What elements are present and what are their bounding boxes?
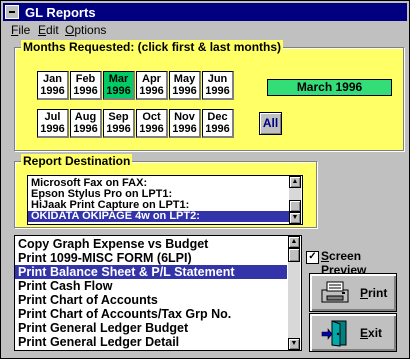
printer-icon (321, 281, 349, 303)
month-button-feb[interactable]: Feb 1996 (70, 71, 102, 100)
exit-button[interactable]: Exit (309, 313, 397, 352)
month-button-aug[interactable]: Aug 1996 (70, 109, 102, 138)
month-name: Mar (108, 73, 129, 85)
system-menu-icon[interactable] (5, 5, 19, 19)
month-name: Jun (207, 73, 228, 85)
month-year: 1996 (172, 123, 197, 135)
selected-range-display: March 1996 (267, 79, 392, 96)
exit-door-icon (321, 320, 347, 347)
month-year: 1996 (73, 123, 98, 135)
scroll-up-arrow-icon[interactable]: ▲ (289, 176, 301, 188)
month-name: Jan (43, 73, 62, 85)
print-button[interactable]: Print (309, 273, 397, 312)
destination-scrollbar[interactable]: ▲ ▼ (289, 176, 301, 224)
month-button-apr[interactable]: Apr 1996 (136, 71, 168, 100)
reports-scrollbar[interactable]: ▲ ▼ (288, 236, 300, 350)
scroll-down-arrow-icon[interactable]: ▼ (289, 212, 301, 224)
report-item[interactable]: Print Balance Sheet & P/L Statement (15, 265, 287, 279)
month-button-mar[interactable]: Mar 1996 (103, 71, 135, 100)
month-name: Sep (108, 111, 129, 123)
destination-group-title: Report Destination (21, 154, 133, 168)
month-button-jun[interactable]: Jun 1996 (202, 71, 234, 100)
month-year: 1996 (106, 85, 131, 97)
month-name: Aug (74, 111, 97, 123)
print-button-label: Print (360, 286, 388, 300)
month-year: 1996 (40, 123, 65, 135)
month-name: Feb (75, 73, 96, 85)
month-name: Oct (142, 111, 161, 123)
month-name: Dec (207, 111, 228, 123)
month-name: May (173, 73, 196, 85)
month-year: 1996 (106, 123, 131, 135)
window-title: GL Reports (25, 5, 96, 20)
month-name: Jul (44, 111, 61, 123)
gl-reports-window: GL Reports File Edit Options Months Requ… (0, 0, 410, 359)
menu-file[interactable]: File (11, 23, 30, 37)
exit-button-label: Exit (360, 326, 383, 340)
month-year: 1996 (205, 123, 230, 135)
report-item[interactable]: Print Cash Flow (15, 279, 287, 293)
month-name: Apr (142, 73, 161, 85)
scroll-up-arrow-icon[interactable]: ▲ (288, 236, 300, 248)
report-item[interactable]: Print General Ledger Detail (15, 335, 287, 349)
scroll-thumb[interactable] (289, 200, 301, 212)
menu-bar: File Edit Options (3, 22, 407, 38)
month-name: Nov (174, 111, 195, 123)
reports-list[interactable]: Copy Graph Expense vs Budget Print 1099-M… (14, 235, 302, 351)
month-button-jul[interactable]: Jul 1996 (37, 109, 69, 138)
destination-list[interactable]: Microsoft Fax on FAX: Epson Stylus Pro on… (27, 175, 303, 225)
month-button-nov[interactable]: Nov 1996 (169, 109, 201, 138)
month-year: 1996 (73, 85, 98, 97)
report-item[interactable]: Print General Ledger Budget (15, 321, 287, 335)
report-item[interactable]: Print Chart of Accounts (15, 293, 287, 307)
report-item[interactable]: Copy Graph Expense vs Budget (15, 237, 287, 251)
month-year: 1996 (139, 123, 164, 135)
screen-preview-checkbox[interactable]: ✓ (306, 251, 319, 264)
month-button-jan[interactable]: Jan 1996 (37, 71, 69, 100)
month-year: 1996 (40, 85, 65, 97)
title-bar[interactable]: GL Reports (3, 3, 407, 21)
month-button-dec[interactable]: Dec 1996 (202, 109, 234, 138)
all-months-button[interactable]: All (259, 112, 282, 135)
month-year: 1996 (139, 85, 164, 97)
report-item[interactable]: Print 1099-MISC FORM (6LPI) (15, 251, 287, 265)
month-year: 1996 (172, 85, 197, 97)
month-year: 1996 (205, 85, 230, 97)
month-button-oct[interactable]: Oct 1996 (136, 109, 168, 138)
report-item[interactable]: Print Chart of Accounts/Tax Grp No. (15, 307, 287, 321)
month-button-sep[interactable]: Sep 1996 (103, 109, 135, 138)
months-group-title: Months Requested: (click first & last mo… (21, 40, 284, 54)
destination-item[interactable]: OKIDATA OKIPAGE 4w on LPT2: (28, 211, 290, 222)
menu-options[interactable]: Options (65, 23, 106, 37)
month-button-may[interactable]: May 1996 (169, 71, 201, 100)
scroll-thumb[interactable] (288, 248, 300, 262)
menu-edit[interactable]: Edit (38, 23, 59, 37)
scroll-down-arrow-icon[interactable]: ▼ (288, 338, 300, 350)
